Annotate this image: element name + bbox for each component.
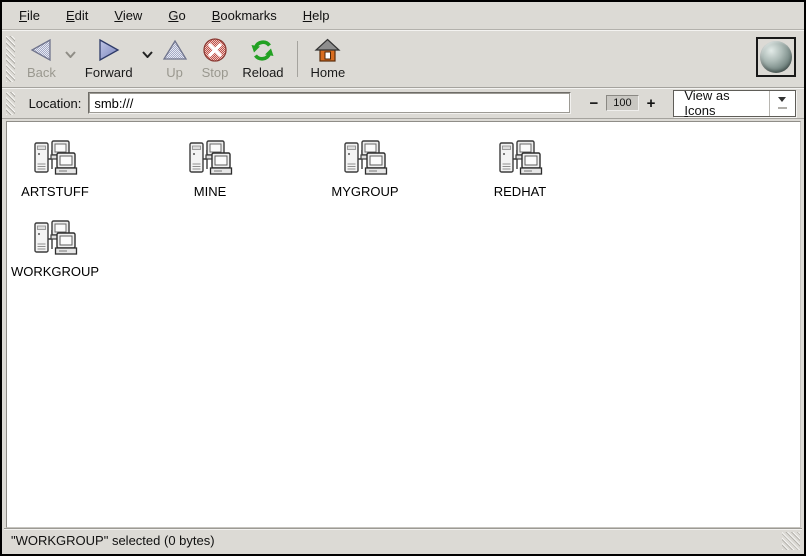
toolbar: Back Forward Up — [2, 30, 804, 88]
status-bar: "WORKGROUP" selected (0 bytes) — [4, 528, 802, 552]
forward-button[interactable]: Forward — [78, 33, 140, 85]
menu-bookmarks[interactable]: Bookmarks — [199, 2, 290, 29]
menu-bar: File Edit View Go Bookmarks Help — [2, 2, 804, 30]
forward-arrow-icon — [96, 36, 122, 64]
stop-button: Stop — [195, 33, 236, 85]
file-item-label: MYGROUP — [331, 184, 398, 199]
file-item-label: ARTSTUFF — [21, 184, 89, 199]
file-item-label: REDHAT — [494, 184, 546, 199]
menu-file[interactable]: File — [6, 2, 53, 29]
home-icon — [314, 36, 341, 64]
forward-history-dropdown[interactable] — [140, 51, 155, 58]
reload-icon — [249, 36, 276, 64]
location-bar: Location: − 100 + View as Icons — [2, 88, 804, 119]
file-item-workgroup[interactable]: WORKGROUP — [7, 218, 103, 279]
home-button[interactable]: Home — [304, 33, 353, 85]
location-label: Location: — [29, 96, 82, 111]
menu-help[interactable]: Help — [290, 2, 343, 29]
zoom-level-indicator[interactable]: 100 — [606, 95, 638, 111]
view-as-dropdown-arrow — [769, 91, 795, 116]
location-bar-drag-handle[interactable] — [6, 92, 15, 115]
file-view[interactable]: ARTSTUFF MINE — [6, 121, 801, 528]
network-workgroup-icon — [341, 138, 389, 180]
throbber — [756, 37, 796, 77]
stop-icon — [202, 36, 228, 64]
zoom-in-button[interactable]: + — [645, 95, 658, 112]
toolbar-drag-handle[interactable] — [6, 36, 15, 82]
toolbar-separator — [297, 41, 298, 77]
file-item-artstuff[interactable]: ARTSTUFF — [7, 138, 103, 199]
file-item-label: WORKGROUP — [11, 264, 99, 279]
file-manager-window: File Edit View Go Bookmarks Help Back — [0, 0, 806, 556]
back-history-dropdown — [63, 51, 78, 58]
sphere-throbber-icon — [760, 41, 792, 73]
network-workgroup-icon — [186, 138, 234, 180]
network-workgroup-icon — [31, 138, 79, 180]
zoom-out-button[interactable]: − — [587, 95, 600, 112]
menu-edit[interactable]: Edit — [53, 2, 101, 29]
file-item-redhat[interactable]: REDHAT — [472, 138, 568, 199]
back-arrow-icon — [28, 36, 54, 64]
network-workgroup-icon — [496, 138, 544, 180]
file-item-label: MINE — [194, 184, 227, 199]
status-text: "WORKGROUP" selected (0 bytes) — [11, 533, 215, 548]
reload-button[interactable]: Reload — [235, 33, 290, 85]
up-button: Up — [155, 33, 195, 85]
up-arrow-icon — [162, 36, 188, 64]
file-item-mine[interactable]: MINE — [162, 138, 258, 199]
zoom-controls: − 100 + — [587, 95, 657, 112]
menu-view[interactable]: View — [101, 2, 155, 29]
resize-grip[interactable] — [782, 532, 800, 550]
view-as-dropdown[interactable]: View as Icons — [673, 90, 796, 117]
file-item-mygroup[interactable]: MYGROUP — [317, 138, 413, 199]
back-button: Back — [20, 33, 63, 85]
location-input[interactable] — [88, 92, 571, 114]
menu-go[interactable]: Go — [155, 2, 198, 29]
network-workgroup-icon — [31, 218, 79, 260]
